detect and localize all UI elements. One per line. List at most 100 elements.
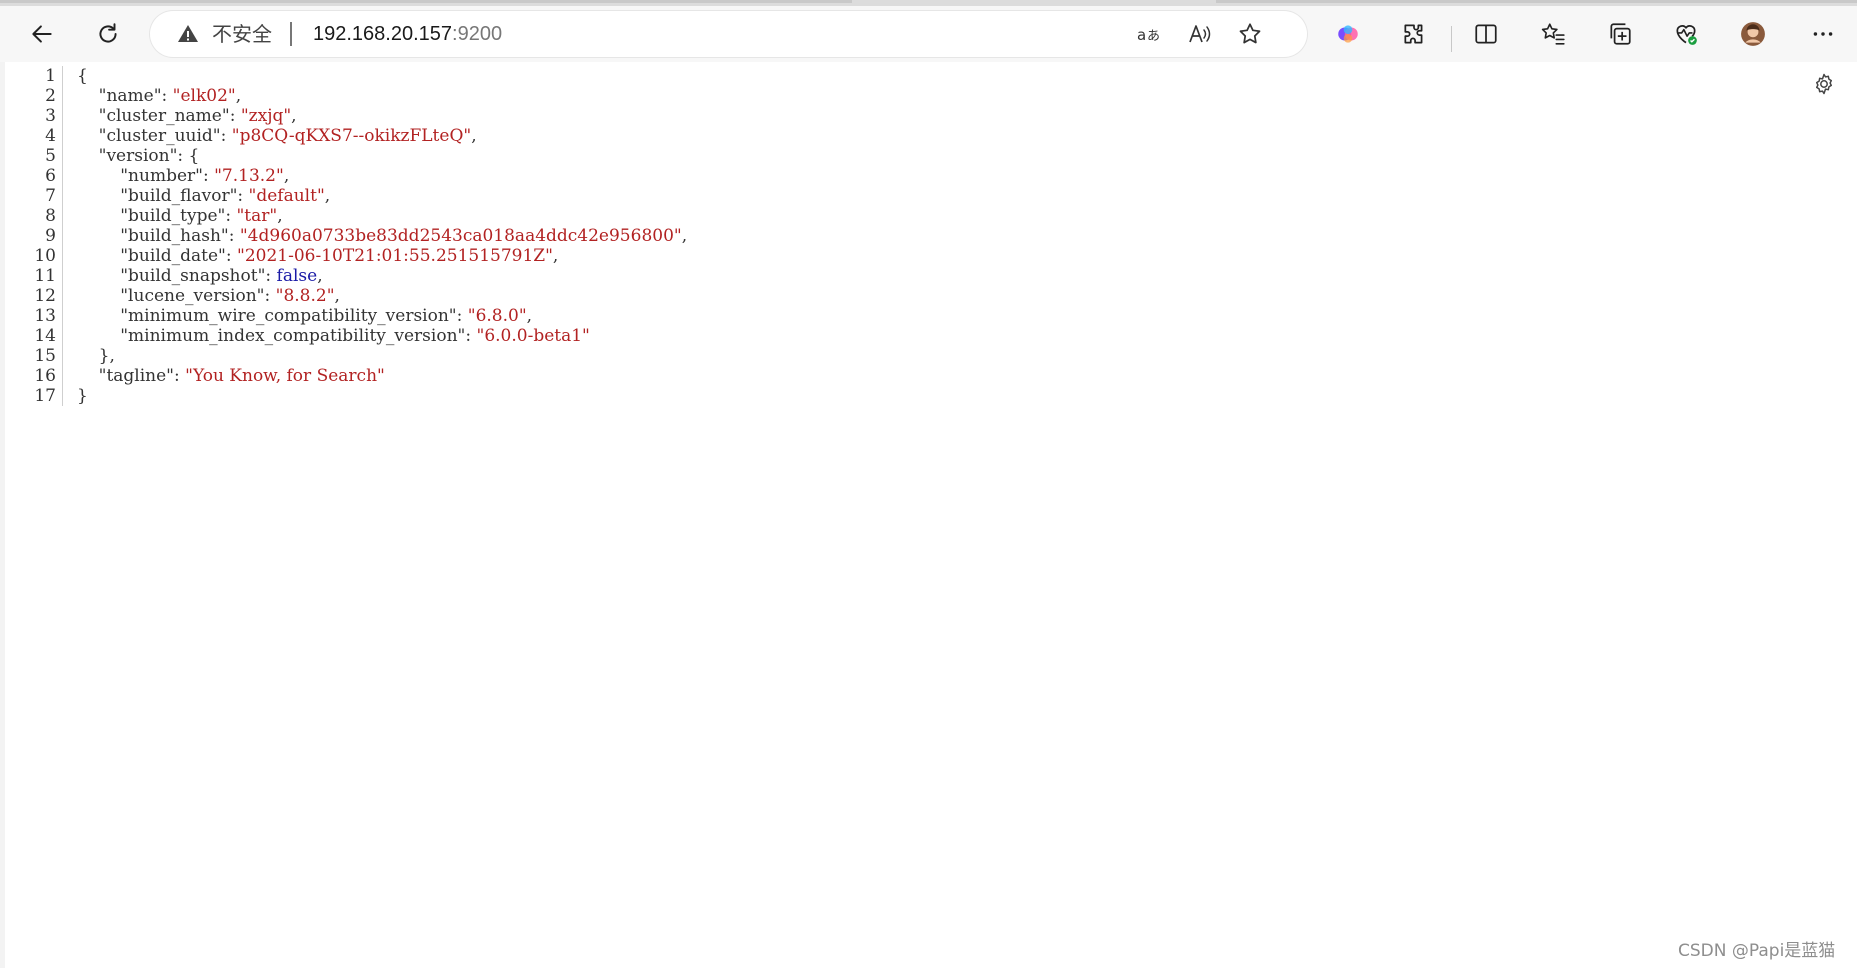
more-button[interactable]: [1805, 16, 1841, 52]
json-punctuation: ,: [283, 166, 290, 186]
favorite-star-icon: [1239, 23, 1261, 44]
code-line: "tagline": "You Know, for Search": [77, 366, 385, 386]
json-key: "build_hash": [120, 226, 229, 246]
refresh-button[interactable]: [90, 16, 126, 52]
json-key: "minimum_index_compatibility_version": [120, 326, 466, 346]
watermark: CSDN @Papi是蓝猫: [1678, 941, 1836, 961]
favorites-icon: [1541, 23, 1565, 45]
translate-button[interactable]: aあ: [1134, 19, 1164, 49]
refresh-icon: [99, 23, 117, 43]
code-line: "build_type": "tar",: [77, 206, 283, 226]
toolbar-divider: [1451, 26, 1452, 52]
url-text[interactable]: 192.168.20.157:9200: [313, 21, 502, 47]
json-key: "number": [120, 166, 203, 186]
json-punctuation: :: [202, 166, 215, 186]
json-string-value: "elk02": [172, 86, 236, 106]
json-string-value: "default": [248, 186, 325, 206]
code-line: "name": "elk02",: [77, 86, 242, 106]
browser-essentials-button[interactable]: [1668, 16, 1704, 52]
line-number: 2: [45, 86, 56, 106]
json-punctuation: :: [456, 306, 468, 326]
json-key: "name": [98, 86, 162, 106]
copilot-icon: [1338, 25, 1358, 43]
json-punctuation: :: [229, 106, 241, 126]
json-key: "cluster_name": [98, 106, 230, 126]
code-line: "cluster_uuid": "p8CQ-qKXS7--okikzFLteQ"…: [77, 126, 477, 146]
json-punctuation: :: [228, 226, 240, 246]
back-button[interactable]: [24, 16, 60, 52]
line-number: 15: [34, 346, 56, 366]
profile-button[interactable]: [1735, 16, 1771, 52]
split-screen-button[interactable]: [1468, 16, 1504, 52]
code-line: "number": "7.13.2",: [77, 166, 289, 186]
code-line: "build_hash": "4d960a0733be83dd2543ca018…: [77, 226, 687, 246]
svg-text:a: a: [1137, 26, 1146, 44]
line-number: 16: [34, 366, 56, 386]
security-status-label[interactable]: 不安全: [212, 21, 272, 47]
json-key: "build_type": [120, 206, 226, 226]
code-line: "cluster_name": "zxjq",: [77, 106, 297, 126]
url-port: :9200: [452, 23, 503, 45]
json-string-value: "You Know, for Search": [185, 366, 385, 386]
json-key: "tagline": [98, 366, 174, 386]
json-punctuation: ,: [334, 286, 340, 306]
line-number: 12: [34, 286, 56, 306]
json-punctuation: :: [220, 126, 232, 146]
collections-button[interactable]: [1602, 16, 1638, 52]
translate-icon: aあ: [1137, 26, 1160, 44]
back-arrow-icon: [32, 25, 52, 43]
json-punctuation: : {: [177, 146, 200, 166]
json-string-value: "p8CQ-qKXS7--okikzFLteQ": [231, 126, 472, 146]
read-aloud-icon: [1189, 25, 1211, 43]
line-number: 7: [45, 186, 56, 206]
json-punctuation: :: [264, 286, 276, 306]
json-key: "build_date": [120, 246, 226, 266]
extensions-button[interactable]: [1396, 16, 1432, 52]
json-punctuation: :: [225, 246, 238, 266]
json-punctuation: :: [237, 186, 249, 206]
code-line: "build_snapshot": false,: [77, 266, 323, 286]
json-string-value: "6.8.0": [467, 306, 527, 326]
json-punctuation: {: [77, 66, 88, 86]
viewer-settings-button[interactable]: [1810, 70, 1838, 98]
code-line: "lucene_version": "8.8.2",: [77, 286, 340, 306]
code-line: "version": {: [77, 146, 200, 166]
line-number: 17: [34, 386, 56, 406]
line-number: 4: [45, 126, 56, 146]
json-punctuation: :: [174, 366, 186, 386]
browser-toolbar: 不安全 192.168.20.157:9200 aあ: [0, 6, 1857, 62]
json-string-value: "6.0.0-beta1": [476, 326, 590, 346]
line-number: 9: [45, 226, 56, 246]
line-number: 13: [34, 306, 56, 326]
json-punctuation: ,: [277, 206, 283, 226]
json-punctuation: :: [161, 86, 173, 106]
tab-strip-segment: [1216, 0, 1857, 3]
copilot-button[interactable]: [1330, 16, 1366, 52]
favorites-button[interactable]: [1535, 16, 1571, 52]
address-bar[interactable]: 不安全 192.168.20.157:9200 aあ: [150, 11, 1307, 57]
code-line: "build_date": "2021-06-10T21:01:55.25151…: [77, 246, 558, 266]
add-favorite-button[interactable]: [1235, 19, 1265, 49]
json-punctuation: ,: [317, 266, 323, 286]
profile-avatar: [1741, 22, 1765, 46]
warning-icon[interactable]: [176, 22, 200, 46]
line-number: 1: [45, 66, 56, 86]
line-number: 11: [34, 266, 56, 286]
gear-icon: [1815, 73, 1833, 95]
code-line: {: [77, 66, 88, 86]
json-key: "minimum_wire_compatibility_version": [120, 306, 457, 326]
json-punctuation: ,: [235, 86, 242, 106]
json-string-value: "4d960a0733be83dd2543ca018aa4ddc42e95680…: [239, 226, 682, 246]
browser-essentials-icon: [1676, 25, 1697, 45]
json-punctuation: ,: [552, 246, 559, 266]
json-punctuation: :: [265, 266, 277, 286]
read-aloud-button[interactable]: [1185, 19, 1215, 49]
